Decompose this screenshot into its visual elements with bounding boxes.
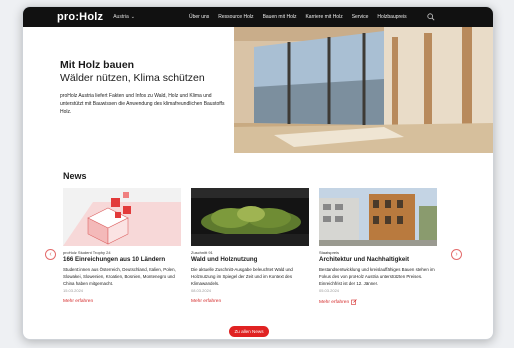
news-card[interactable]: proHolz Student Trophy 24 166 Einreichun… xyxy=(63,188,181,305)
read-more-label: Mehr erfahren xyxy=(191,299,222,304)
card-kicker: proHolz Student Trophy 24 xyxy=(63,250,111,255)
card-date: 05.03.2024 xyxy=(319,288,340,293)
chevron-right-icon: › xyxy=(455,251,458,258)
news-section: News proHolz Student Trophy 24 166 Einre… xyxy=(23,171,493,305)
news-heading: News xyxy=(63,171,87,181)
hero-section: Mit Holz bauen Wälder nützen, Klima schü… xyxy=(23,27,493,153)
card-text: Die aktuelle Zuschnitt-Ausgabe beleuchte… xyxy=(191,267,293,286)
menu-item-service[interactable]: Service xyxy=(352,14,369,20)
card-title[interactable]: Architektur und Nachhaltigkeit xyxy=(319,256,437,263)
menu-item-karriere[interactable]: Karriere mit Holz xyxy=(305,14,342,20)
card-image-forest[interactable] xyxy=(191,188,309,246)
hero-subtitle: Wälder nützen, Klima schützen xyxy=(60,72,205,84)
all-news-button[interactable]: Zu allen News xyxy=(229,326,269,337)
card-image-trophy[interactable] xyxy=(63,188,181,246)
card-image-building[interactable] xyxy=(319,188,437,246)
main-menu: Über uns Ressource Holz Bauen mit Holz K… xyxy=(189,14,407,20)
read-more-link[interactable]: Mehr erfahren xyxy=(319,299,437,305)
read-more-link[interactable]: Mehr erfahren xyxy=(63,299,181,304)
search-icon[interactable] xyxy=(427,13,435,21)
hero-body: proHolz Austria liefert Fakten und Infos… xyxy=(60,93,225,115)
card-text: Student:innen aus Österreich, Deutschlan… xyxy=(63,267,176,286)
hero-title: Mit Holz bauen xyxy=(60,59,135,71)
news-card[interactable]: Zuschnitt 91 Wald und Holznutzung Die ak… xyxy=(191,188,309,305)
menu-item-ueber-uns[interactable]: Über uns xyxy=(189,14,209,20)
country-selector[interactable]: Austria ⌄ xyxy=(113,14,135,20)
menu-item-holzbaupreis[interactable]: Holzbaupreis xyxy=(377,14,406,20)
logo[interactable]: pro:Holz xyxy=(57,11,103,23)
card-text: Bestandsentwicklung und kreislauffähiges… xyxy=(319,267,435,286)
card-title[interactable]: Wald und Holznutzung xyxy=(191,256,309,263)
chevron-left-icon: ‹ xyxy=(49,251,52,258)
card-kicker: Zuschnitt 91 xyxy=(191,250,213,255)
card-date: 08.03.2024 xyxy=(191,288,212,293)
read-more-label: Mehr erfahren xyxy=(319,299,350,305)
carousel-prev-button[interactable]: ‹ xyxy=(45,249,56,260)
hero-image xyxy=(234,27,493,153)
carousel-next-button[interactable]: › xyxy=(451,249,462,260)
external-link-icon xyxy=(351,299,357,305)
menu-item-ressource-holz[interactable]: Ressource Holz xyxy=(218,14,253,20)
news-card[interactable]: Staatspreis Architektur und Nachhaltigke… xyxy=(319,188,437,305)
hero-text: Mit Holz bauen Wälder nützen, Klima schü… xyxy=(23,27,234,153)
card-date: 15.03.2024 xyxy=(63,288,84,293)
news-cards: proHolz Student Trophy 24 166 Einreichun… xyxy=(63,188,463,305)
chevron-down-icon: ⌄ xyxy=(130,14,135,20)
browser-frame: pro:Holz Austria ⌄ Über uns Ressource Ho… xyxy=(22,6,494,340)
card-kicker: Staatspreis xyxy=(319,250,340,255)
menu-item-bauen-mit-holz[interactable]: Bauen mit Holz xyxy=(263,14,297,20)
read-more-label: Mehr erfahren xyxy=(63,299,94,304)
top-navigation: pro:Holz Austria ⌄ Über uns Ressource Ho… xyxy=(23,7,493,27)
read-more-link[interactable]: Mehr erfahren xyxy=(191,299,309,304)
card-title[interactable]: 166 Einreichungen aus 10 Ländern xyxy=(63,256,181,263)
country-label: Austria xyxy=(113,14,129,20)
